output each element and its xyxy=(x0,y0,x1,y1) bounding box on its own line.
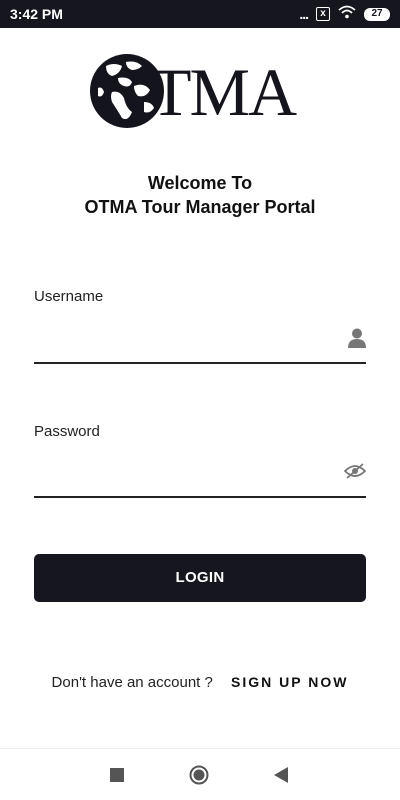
login-button[interactable]: LOGIN xyxy=(34,554,366,602)
system-nav-bar xyxy=(0,748,400,800)
portal-title: OTMA Tour Manager Portal xyxy=(84,197,316,217)
sign-up-link[interactable]: SIGN UP NOW xyxy=(231,674,348,690)
password-underline xyxy=(34,496,366,498)
status-time: 3:42 PM xyxy=(10,6,63,22)
username-underline xyxy=(34,362,366,364)
logo-text: TMA xyxy=(150,54,297,130)
eye-off-icon[interactable] xyxy=(343,463,367,484)
signup-row: Don't have an account ? SIGN UP NOW xyxy=(0,674,400,691)
password-input[interactable] xyxy=(34,460,334,490)
status-icons: ... x 27 xyxy=(299,5,390,23)
password-label: Password xyxy=(34,423,100,440)
back-triangle-icon[interactable] xyxy=(274,767,288,788)
signup-prompt: Don't have an account ? xyxy=(51,674,213,691)
recents-square-icon[interactable] xyxy=(110,768,124,787)
username-input[interactable] xyxy=(34,326,334,356)
otma-logo: TMA xyxy=(88,52,318,134)
status-bar: 3:42 PM ... x 27 xyxy=(0,0,400,28)
more-dots-icon: ... xyxy=(299,6,309,22)
wifi-icon xyxy=(338,5,356,24)
welcome-heading: Welcome To xyxy=(147,173,253,193)
home-circle-icon[interactable] xyxy=(189,765,209,790)
username-label: Username xyxy=(34,288,104,305)
battery-icon: 27 xyxy=(364,7,390,21)
sim-x-icon: x xyxy=(316,7,330,21)
user-icon xyxy=(348,328,366,353)
